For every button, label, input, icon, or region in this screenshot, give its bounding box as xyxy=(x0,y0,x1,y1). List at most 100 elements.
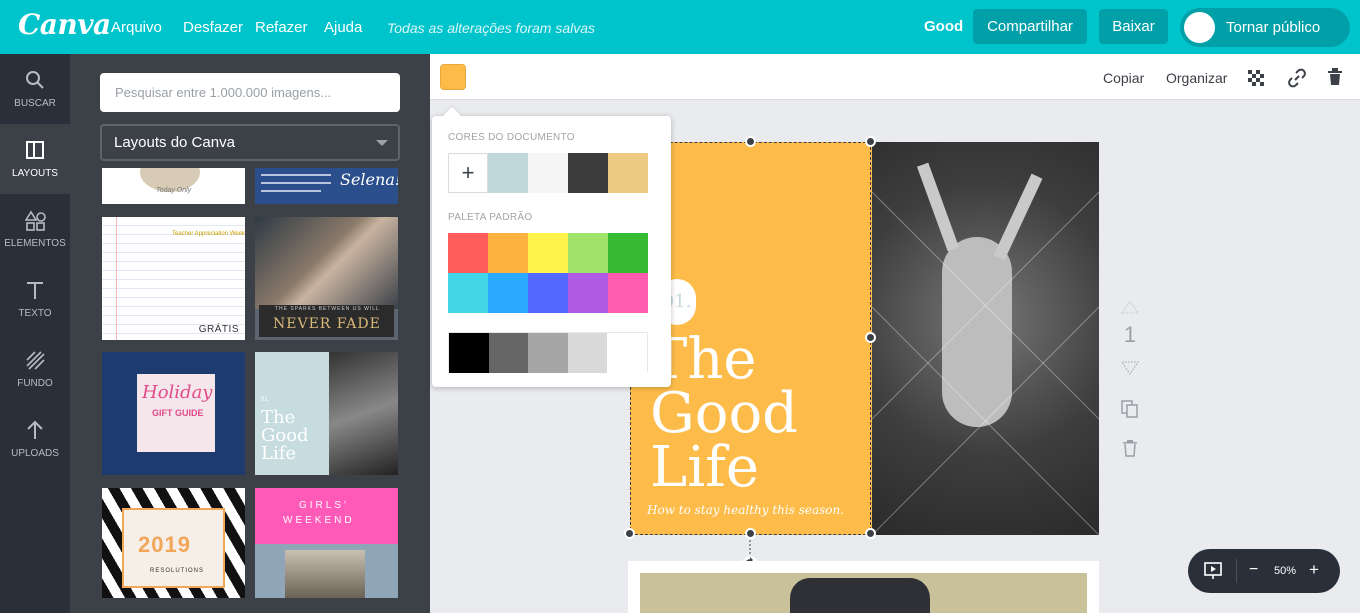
resize-handle-bottom-left[interactable] xyxy=(624,528,635,539)
palette-swatch[interactable] xyxy=(608,233,648,273)
text-color-button[interactable] xyxy=(440,64,466,90)
doc-color-swatch[interactable] xyxy=(608,153,648,193)
palette-swatch[interactable] xyxy=(568,233,608,273)
layout-thumb-1[interactable]: Today Only xyxy=(102,168,245,204)
nav-search-label: BUSCAR xyxy=(14,98,56,109)
palette-swatch[interactable] xyxy=(488,333,529,373)
menu-help[interactable]: Ajuda xyxy=(324,19,362,36)
layout-thumb-6[interactable]: 01. The Good Life xyxy=(255,352,398,475)
thumb-text: WEEKEND xyxy=(283,515,355,526)
photo-grid-lines xyxy=(872,191,1099,535)
menu-file[interactable]: Arquivo xyxy=(111,19,162,36)
palette-swatch[interactable] xyxy=(448,273,488,313)
duplicate-page-icon[interactable] xyxy=(1121,400,1139,418)
doc-colors-row: + xyxy=(448,153,648,193)
resize-handle-top-right[interactable] xyxy=(865,136,876,147)
page-2[interactable] xyxy=(628,561,1099,613)
nav-text[interactable]: TEXTO xyxy=(0,264,70,334)
canva-logo[interactable]: Canva xyxy=(18,8,111,41)
doc-color-swatch[interactable] xyxy=(488,153,528,193)
dropdown-value: Layouts do Canva xyxy=(114,134,235,151)
palette-swatch[interactable] xyxy=(488,233,528,273)
palette-swatch[interactable] xyxy=(608,273,648,313)
document-name[interactable]: Good xyxy=(924,18,963,35)
background-icon xyxy=(26,351,45,370)
layout-thumb-5[interactable]: Holiday GIFT GUIDE xyxy=(102,352,245,475)
resize-handle-bottom[interactable] xyxy=(745,528,756,539)
trash-icon[interactable] xyxy=(1327,68,1343,86)
doc-color-swatch[interactable] xyxy=(568,153,608,193)
zoom-in-button[interactable]: + xyxy=(1309,560,1319,580)
palette-swatch[interactable] xyxy=(607,333,647,373)
swimmer-photo[interactable] xyxy=(872,142,1099,535)
nav-search[interactable]: BUSCAR xyxy=(0,54,70,124)
resize-handle-bottom-right[interactable] xyxy=(865,528,876,539)
nav-uploads-label: UPLOADS xyxy=(11,448,59,459)
palette-swatch[interactable] xyxy=(528,233,568,273)
palette-swatch[interactable] xyxy=(528,333,568,373)
text-icon xyxy=(27,282,43,299)
elements-icon xyxy=(25,210,46,231)
zoom-level: 50% xyxy=(1274,565,1297,577)
thumb-photo xyxy=(285,550,365,598)
thumb-text: THE SPARKS BETWEEN US WILL xyxy=(275,306,380,312)
palette-swatch[interactable] xyxy=(448,233,488,273)
free-badge: GRÁTIS xyxy=(198,324,239,335)
editor-toolbar: Copiar Organizar xyxy=(430,54,1360,100)
move-down-icon[interactable] xyxy=(1121,361,1139,375)
nav-background[interactable]: FUNDO xyxy=(0,334,70,404)
nav-text-label: TEXTO xyxy=(18,308,52,319)
thumb-text: 01. xyxy=(261,397,270,403)
resize-handle-right[interactable] xyxy=(865,332,876,343)
layout-thumb-2[interactable]: Selena! xyxy=(255,168,398,204)
layout-thumb-4[interactable]: THE SPARKS BETWEEN US WILL NEVER FADE xyxy=(255,217,398,340)
move-up-icon[interactable] xyxy=(1121,300,1139,314)
chevron-down-icon xyxy=(376,140,388,146)
upload-icon xyxy=(27,420,43,439)
delete-page-icon[interactable] xyxy=(1123,440,1137,457)
nav-layouts[interactable]: LAYOUTS xyxy=(0,124,70,194)
left-nav: BUSCAR LAYOUTS ELEMENTOS TEXTO FUNDO UPL… xyxy=(0,54,70,613)
palette-swatch[interactable] xyxy=(449,333,489,373)
transparency-icon[interactable] xyxy=(1248,70,1264,86)
palette-swatch[interactable] xyxy=(488,273,528,313)
palette-swatch[interactable] xyxy=(567,333,608,373)
thumb-text: Life xyxy=(261,443,297,464)
make-public-label: Tornar público xyxy=(1226,19,1321,36)
copy-button[interactable]: Copiar xyxy=(1103,70,1144,86)
nav-layouts-label: LAYOUTS xyxy=(12,168,58,179)
color-picker-popup: CORES DO DOCUMENTO + PALETA PADRÃO xyxy=(432,116,671,387)
layouts-dropdown[interactable]: Layouts do Canva xyxy=(100,124,400,161)
download-button[interactable]: Baixar xyxy=(1099,9,1168,44)
palette-row-1 xyxy=(448,233,648,273)
layout-thumb-3[interactable]: Teacher Appreciation Week GRÁTIS xyxy=(102,217,245,340)
present-icon[interactable] xyxy=(1204,562,1222,580)
thumb-text: Selena! xyxy=(340,170,398,189)
doc-color-swatch[interactable] xyxy=(528,153,568,193)
layout-thumb-7[interactable]: 2019 RESOLUTIONS xyxy=(102,488,245,598)
make-public-toggle[interactable]: Tornar público xyxy=(1180,8,1350,47)
arrange-button[interactable]: Organizar xyxy=(1166,70,1227,86)
menu-redo[interactable]: Refazer xyxy=(255,19,308,36)
thumb-text: RESOLUTIONS xyxy=(150,568,205,574)
link-icon[interactable] xyxy=(1287,68,1307,88)
menu-undo[interactable]: Desfazer xyxy=(183,19,243,36)
zoom-control: − 50% + xyxy=(1188,549,1340,593)
zoom-divider xyxy=(1236,559,1237,583)
palette-swatch[interactable] xyxy=(528,273,568,313)
add-color-button[interactable]: + xyxy=(448,153,488,193)
thumb-line xyxy=(261,174,331,176)
search-icon xyxy=(26,71,44,89)
zoom-out-button[interactable]: − xyxy=(1249,561,1258,579)
nav-uploads[interactable]: UPLOADS xyxy=(0,404,70,474)
thumb-text: 2019 xyxy=(138,532,191,557)
nav-elements[interactable]: ELEMENTOS xyxy=(0,194,70,264)
layout-thumb-8[interactable]: GIRLS' WEEKEND xyxy=(255,488,398,598)
palette-swatch[interactable] xyxy=(568,273,608,313)
top-bar: Canva Arquivo Desfazer Refazer Ajuda Tod… xyxy=(0,0,1360,54)
share-button[interactable]: Compartilhar xyxy=(973,9,1087,44)
resize-handle-top[interactable] xyxy=(745,136,756,147)
search-input[interactable] xyxy=(100,73,400,112)
layouts-panel: Today Only Selena! Teacher Appreciation … xyxy=(70,54,430,613)
nav-elements-label: ELEMENTOS xyxy=(4,238,66,249)
